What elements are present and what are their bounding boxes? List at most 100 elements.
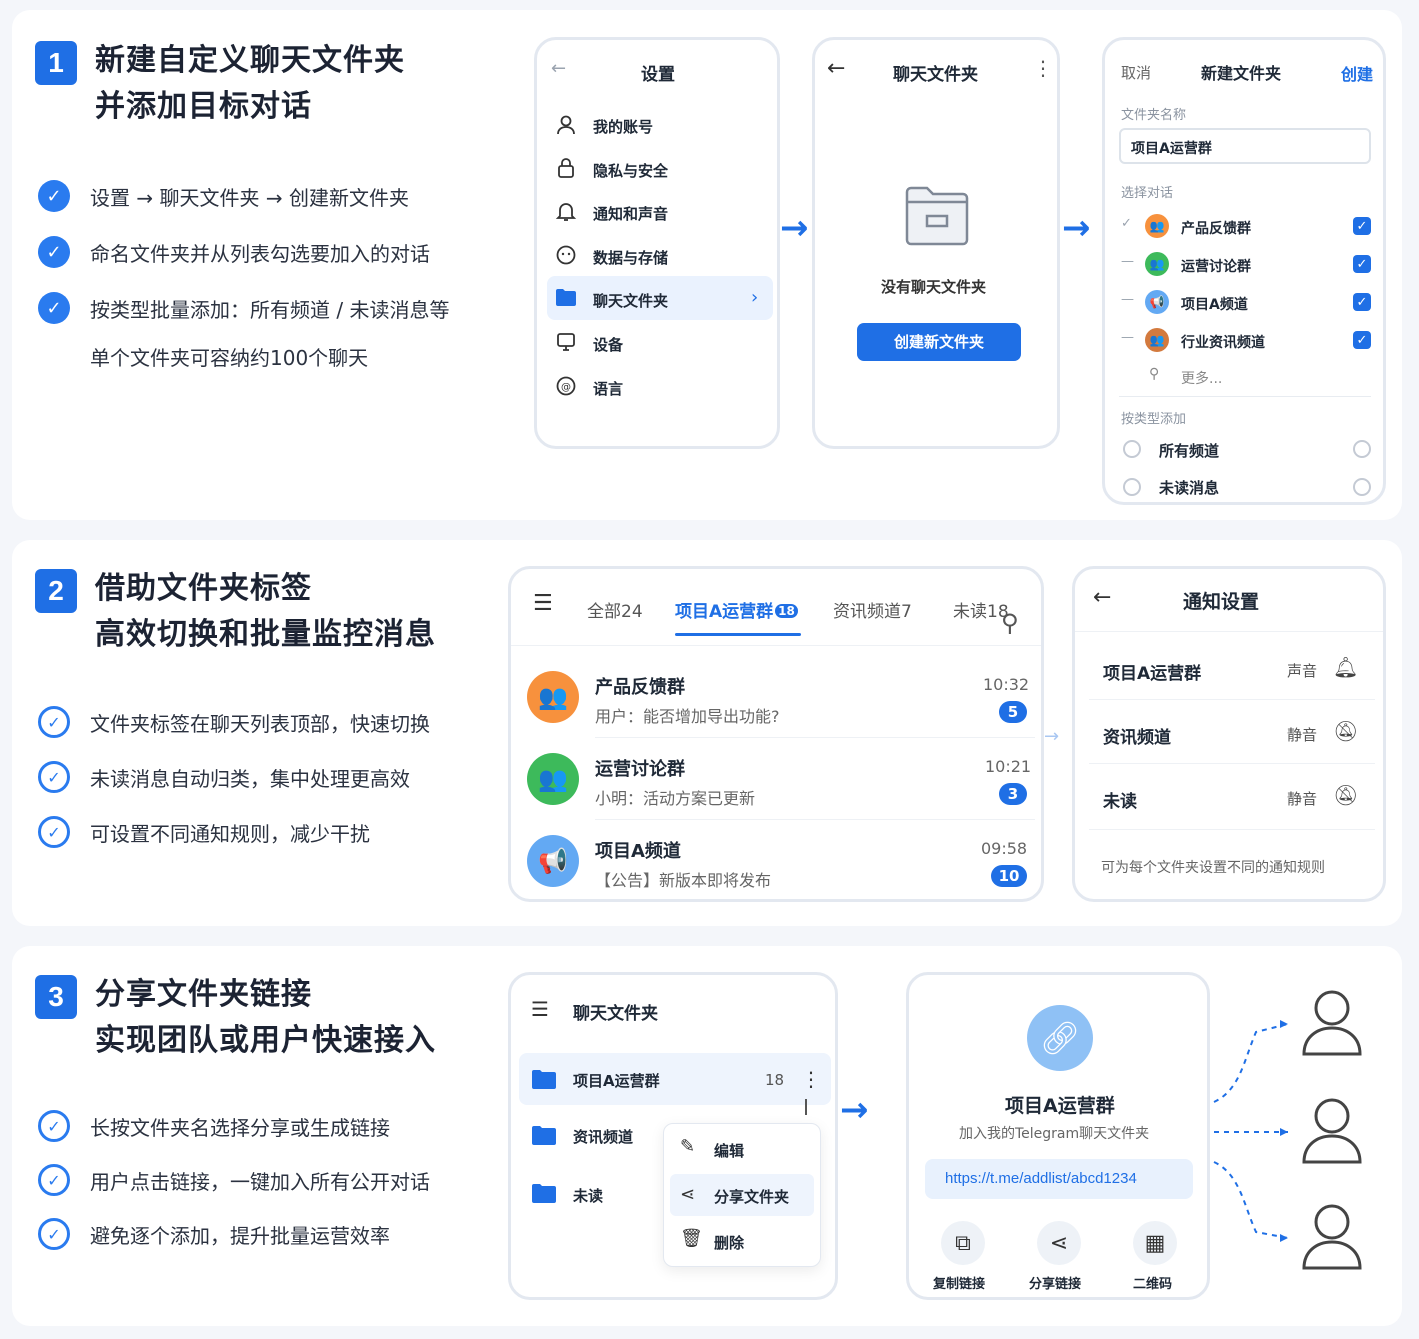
notify-state[interactable]: 静音 — [1287, 788, 1317, 809]
context-menu: ✎ 编辑 ⋖ 分享文件夹 🗑︎ 删除 — [663, 1123, 821, 1267]
settings-item-language[interactable]: 语言 — [593, 378, 623, 399]
user-icon — [557, 115, 575, 135]
share-icon[interactable]: ⋖ — [1037, 1221, 1081, 1265]
chat-time: 09:58 — [981, 839, 1028, 858]
divider — [1089, 829, 1375, 830]
step-number-1: 1 — [35, 41, 77, 85]
connector-lines — [1213, 1020, 1289, 1242]
channel-avatar-icon: 📢 — [1145, 290, 1169, 314]
tab-news-channel[interactable]: 资讯频道7 — [833, 597, 912, 622]
settings-item-account[interactable]: 我的账号 — [593, 116, 653, 137]
chat-name[interactable]: 运营讨论群 — [595, 755, 685, 781]
checkbox-checked[interactable]: ✓ — [1353, 255, 1371, 273]
folder-icon — [556, 289, 576, 306]
radio-unchecked[interactable] — [1353, 440, 1371, 458]
folder-icon — [532, 1070, 556, 1089]
more-vertical-icon[interactable]: ⋮ — [801, 1067, 821, 1091]
checkbox-checked[interactable]: ✓ — [1353, 217, 1371, 235]
channel-avatar-icon: 📢 — [527, 835, 579, 887]
notify-folder-name: 资讯频道 — [1103, 728, 1171, 748]
section-3-bullet: ✓ 避免逐个添加，提升批量运营效率 — [38, 1218, 390, 1250]
chat-name[interactable]: 项目A频道 — [595, 837, 681, 863]
group-avatar-icon: 👥 — [1145, 328, 1169, 352]
settings-item-privacy[interactable]: 隐私与安全 — [593, 160, 668, 181]
section-2-bullet: ✓ 可设置不同通知规则，减少干扰 — [38, 816, 370, 848]
svg-text:@: @ — [561, 382, 571, 393]
check-circle-icon: ✓ — [38, 1110, 70, 1142]
checkbox-checked[interactable]: ✓ — [1353, 293, 1371, 311]
search-icon[interactable]: ⚲ — [1001, 609, 1019, 637]
more-vertical-icon[interactable]: ⋮ — [1033, 56, 1053, 80]
menu-item-edit[interactable]: 编辑 — [714, 1140, 744, 1161]
menu-icon[interactable]: ☰ — [533, 591, 553, 616]
data-storage-icon — [556, 245, 576, 265]
qr-code-icon[interactable]: ▦ — [1133, 1221, 1177, 1265]
back-arrow-icon[interactable]: ← — [827, 56, 845, 81]
divider — [1089, 699, 1375, 700]
group-avatar-icon: 👥 — [1145, 214, 1169, 238]
notification-settings-screen: ← 通知设置 项目A运营群 声音 🔔︎ 资讯频道 静音 🔕︎ 未读 静音 🔕︎ … — [1072, 566, 1386, 902]
folder-name[interactable]: 资讯频道 — [573, 1126, 633, 1147]
edit-icon: ✎ — [680, 1136, 696, 1157]
create-button[interactable]: 创建 — [1341, 61, 1373, 85]
check-circle-icon: ✓ — [38, 816, 70, 848]
notify-folder-name: 未读 — [1103, 792, 1137, 812]
share-link-field[interactable]: https://t.me/addlist/abcd1234 — [925, 1159, 1193, 1199]
menu-item-share-folder[interactable]: 分享文件夹 — [714, 1186, 789, 1207]
section-2-title-line1: 借助文件夹标签 — [95, 571, 312, 606]
empty-folder-icon — [905, 186, 969, 246]
tab-all[interactable]: 全部24 — [587, 597, 643, 622]
share-link-label: 分享链接 — [1029, 1277, 1082, 1292]
settings-item-devices[interactable]: 设备 — [593, 334, 623, 355]
bell-icon[interactable]: 🔔︎ — [1333, 655, 1358, 679]
create-folder-button[interactable]: 创建新文件夹 — [857, 323, 1021, 361]
chat-time: 10:21 — [985, 757, 1032, 776]
type-option-unread[interactable]: 未读消息 — [1159, 477, 1219, 498]
pointer-line — [805, 1099, 807, 1115]
menu-item-delete[interactable]: 删除 — [714, 1232, 744, 1253]
tab-project-a[interactable]: 项目A运营群 18 — [675, 597, 798, 622]
folder-name[interactable]: 项目A运营群 — [573, 1070, 660, 1091]
chat-folders-title: 聊天文件夹 — [893, 65, 978, 85]
divider — [1119, 396, 1371, 397]
more-chats-link[interactable]: 更多... — [1181, 368, 1222, 388]
notify-state[interactable]: 静音 — [1287, 724, 1317, 745]
radio-unchecked[interactable] — [1353, 478, 1371, 496]
settings-item-notifications[interactable]: 通知和声音 — [593, 203, 668, 224]
checkbox-checked[interactable]: ✓ — [1353, 331, 1371, 349]
flow-arrow-icon: → — [840, 1090, 869, 1130]
select-chats-label: 选择对话 — [1121, 186, 1174, 201]
chat-option[interactable]: 行业资讯频道 — [1181, 332, 1265, 352]
chat-folders-screen: ← 聊天文件夹 ⋮ 没有聊天文件夹 创建新文件夹 — [812, 37, 1060, 449]
chat-option[interactable]: 项目A频道 — [1181, 294, 1248, 314]
type-option-all-channels[interactable]: 所有频道 — [1159, 440, 1219, 461]
step-number-3: 3 — [35, 975, 77, 1019]
trash-icon: 🗑︎ — [680, 1228, 703, 1249]
cancel-button[interactable]: 取消 — [1121, 62, 1151, 83]
language-icon: @ — [556, 376, 576, 396]
chat-name[interactable]: 产品反馈群 — [595, 673, 685, 699]
bell-muted-icon[interactable]: 🔕︎ — [1333, 719, 1358, 743]
chat-option[interactable]: 产品反馈群 — [1181, 218, 1251, 238]
check-circle-icon: ✓ — [38, 1218, 70, 1250]
settings-item-chat-folders[interactable]: 聊天文件夹 — [593, 290, 668, 311]
back-arrow-icon[interactable]: ← — [1093, 585, 1111, 610]
folder-name-label: 文件夹名称 — [1121, 108, 1187, 123]
folder-row-highlight[interactable] — [519, 1053, 831, 1105]
back-arrow-icon[interactable]: ← — [551, 58, 566, 79]
bell-muted-icon[interactable]: 🔕︎ — [1333, 783, 1358, 807]
check-icon: ✓ — [38, 180, 70, 212]
menu-icon[interactable]: ☰ — [531, 997, 549, 1021]
chat-option[interactable]: 运营讨论群 — [1181, 256, 1251, 276]
section-2-bullet: ✓ 文件夹标签在聊天列表顶部，快速切换 — [38, 706, 430, 738]
folder-name-input[interactable]: 项目A运营群 — [1119, 128, 1371, 164]
bell-icon — [555, 203, 577, 221]
copy-icon[interactable]: ⧉ — [941, 1221, 985, 1265]
drag-handle-icon: ✓ — [1121, 216, 1132, 231]
notify-state[interactable]: 声音 — [1287, 660, 1317, 681]
drag-handle-icon: — — [1121, 254, 1134, 269]
folder-name[interactable]: 未读 — [573, 1185, 603, 1206]
settings-item-data[interactable]: 数据与存储 — [593, 247, 668, 268]
type-handle-icon — [1123, 478, 1141, 496]
section-3-bullet: ✓ 长按文件夹名选择分享或生成链接 — [38, 1110, 390, 1142]
